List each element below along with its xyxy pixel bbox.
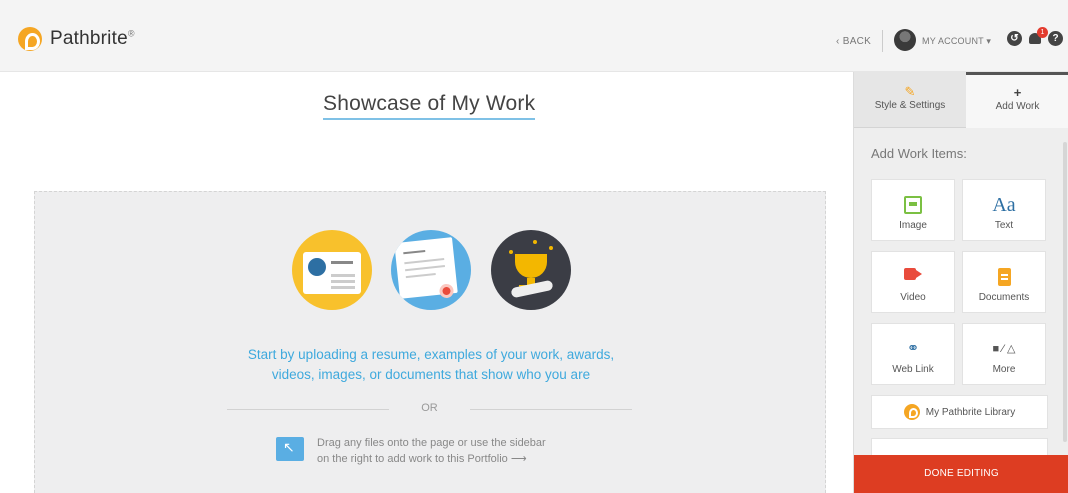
resume-illustration-icon <box>292 230 372 310</box>
trophy-illustration-icon <box>491 230 571 310</box>
tab-add-work[interactable]: + Add Work <box>966 72 1068 128</box>
add-text-button[interactable]: Aa Text <box>962 179 1046 241</box>
or-divider: OR <box>227 402 632 416</box>
my-account-menu[interactable]: MY ACCOUNT ▾ <box>922 36 991 47</box>
portfolio-title[interactable]: Showcase of My Work <box>323 92 536 120</box>
diploma-illustration-icon <box>391 230 471 310</box>
notification-badge: 1 <box>1037 27 1048 38</box>
tab-style-settings[interactable]: ✎ Style & Settings <box>854 72 966 128</box>
pathbrite-logo-icon <box>903 404 920 420</box>
document-icon <box>997 268 1011 286</box>
sidebar-scrollbar[interactable] <box>1063 142 1067 442</box>
top-navigation-bar: Pathbrite® ‹ BACK MY ACCOUNT ▾ ↺ 1 ? <box>0 0 1068 72</box>
sync-icon[interactable]: ↺ <box>1007 31 1022 46</box>
add-image-button[interactable]: Image <box>871 179 955 241</box>
add-web-link-button[interactable]: ⚭ Web Link <box>871 323 955 385</box>
upload-drop-zone[interactable]: Start by uploading a resume, examples of… <box>34 191 826 493</box>
my-pathbrite-library-button[interactable]: My Pathbrite Library <box>871 395 1048 429</box>
link-icon: ⚭ <box>906 340 920 357</box>
drag-instructions: Drag any files onto the page or use the … <box>317 437 546 465</box>
pathbrite-logo-icon <box>18 27 42 51</box>
arrow-right-icon: ⟶ <box>510 453 527 465</box>
video-icon <box>904 268 922 286</box>
drag-upload-icon <box>276 437 304 461</box>
done-editing-button[interactable]: DONE EDITING <box>854 455 1068 493</box>
text-icon: Aa <box>992 194 1016 216</box>
add-work-heading: Add Work Items: <box>871 146 967 161</box>
more-sources-icon: ■ ⁄ △ <box>992 343 1016 355</box>
pencil-icon: ✎ <box>904 84 916 99</box>
add-video-button[interactable]: Video <box>871 251 955 313</box>
pathbrite-logo[interactable]: Pathbrite® <box>18 27 135 51</box>
chevron-down-icon: ▾ <box>986 36 992 46</box>
image-icon <box>904 196 922 214</box>
upload-instructions: Start by uploading a resume, examples of… <box>247 347 615 382</box>
brand-name: Pathbrite® <box>50 28 135 49</box>
add-documents-button[interactable]: Documents <box>962 251 1046 313</box>
notifications-bell-icon[interactable]: 1 <box>1028 27 1048 46</box>
add-more-button[interactable]: ■ ⁄ △ More <box>962 323 1046 385</box>
user-avatar[interactable] <box>894 29 916 51</box>
plus-icon: + <box>1013 85 1022 100</box>
header-divider <box>882 30 883 52</box>
back-link[interactable]: ‹ BACK <box>836 36 871 47</box>
add-work-sidebar: ✎ Style & Settings + Add Work Add Work I… <box>853 72 1068 493</box>
help-icon[interactable]: ? <box>1048 31 1063 46</box>
